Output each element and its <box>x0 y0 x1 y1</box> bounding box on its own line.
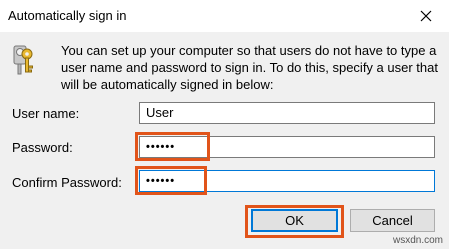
password-highlight <box>135 132 210 161</box>
cancel-button[interactable]: Cancel <box>350 209 435 232</box>
confirm-password-label: Confirm Password: <box>12 175 122 190</box>
dialog-window: Automatically sign in You can set up you… <box>0 0 449 249</box>
window-title: Automatically sign in <box>8 8 127 23</box>
close-icon <box>420 10 432 22</box>
password-label: Password: <box>12 140 73 155</box>
username-input[interactable]: User <box>139 102 435 124</box>
confirm-password-highlight <box>135 166 207 195</box>
title-bar: Automatically sign in <box>0 0 449 32</box>
instruction-text: You can set up your computer so that use… <box>61 43 438 92</box>
watermark-text: wsxdn.com <box>392 235 443 246</box>
username-label: User name: <box>12 106 80 121</box>
keys-icon <box>13 45 33 75</box>
close-button[interactable] <box>403 0 449 32</box>
ok-highlight <box>245 205 344 238</box>
